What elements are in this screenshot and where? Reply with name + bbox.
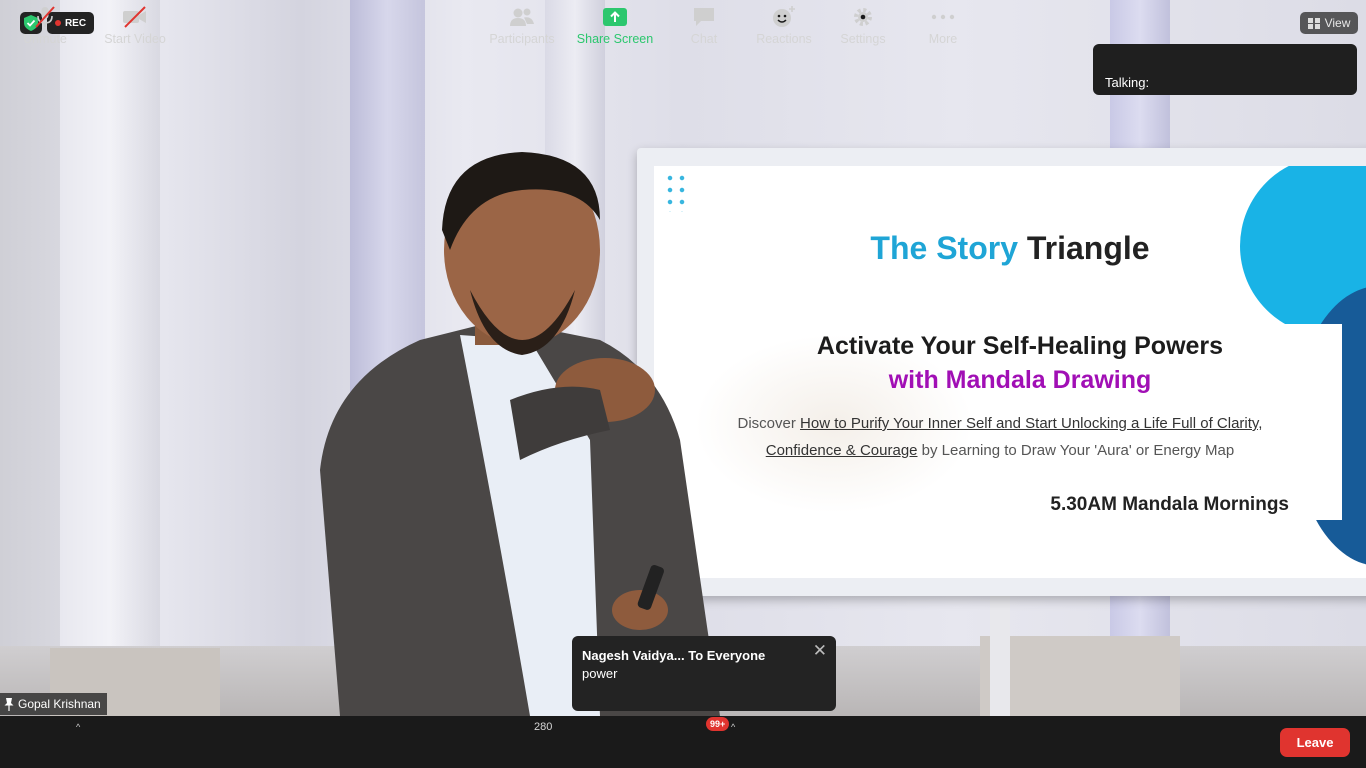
participants-button[interactable]: Participants (484, 0, 560, 52)
close-icon[interactable]: ✕ (813, 642, 827, 659)
video-off-icon (121, 5, 149, 29)
start-video-label: Start Video (104, 32, 166, 46)
participants-label: Participants (489, 32, 555, 46)
gear-icon (849, 5, 877, 29)
presentation-slide: The Story Triangle Activate Your Self-He… (654, 166, 1366, 578)
start-video-button[interactable]: Start Video (100, 0, 170, 52)
chat-button[interactable]: Chat (684, 0, 724, 52)
talking-indicator: Talking: (1093, 44, 1357, 95)
pin-icon (4, 697, 14, 711)
meeting-toolbar (0, 716, 1366, 768)
people-icon (508, 5, 536, 29)
video-feed: The Story Triangle Activate Your Self-He… (0, 0, 1366, 716)
ellipsis-icon (929, 5, 957, 29)
slide-title-rest: Triangle (1026, 230, 1150, 266)
slide-headline-1: Activate Your Self-Healing Powers (816, 332, 1224, 360)
chat-bubble-icon (690, 5, 718, 29)
slide-headline-2: with Mandala Drawing (888, 366, 1152, 394)
chat-label: Chat (690, 32, 718, 46)
unmute-label: Unmute (23, 32, 67, 46)
settings-button[interactable]: Settings (838, 0, 888, 52)
share-screen-icon (601, 5, 629, 29)
talking-label: Talking: (1105, 75, 1150, 90)
background-pillar (60, 0, 160, 716)
smiley-plus-icon (770, 5, 798, 29)
share-screen-label: Share Screen (576, 32, 654, 46)
microphone-muted-icon (31, 5, 59, 29)
audio-options-chevron-icon[interactable]: ^ (76, 722, 80, 732)
view-label: View (1324, 16, 1351, 30)
chat-options-chevron-icon[interactable]: ^ (731, 722, 735, 732)
leave-label: Leave (1296, 735, 1334, 750)
participants-count: 280 (534, 721, 553, 733)
desc-suffix: by Learning to Draw Your 'Aura' or Energ… (921, 442, 1235, 459)
stage-block (980, 636, 1180, 716)
slide-title-accent: The Story (870, 230, 1018, 266)
chat-unread-badge: 99+ (706, 717, 730, 731)
slide-title: The Story Triangle (654, 230, 1366, 267)
leave-button[interactable]: Leave (1280, 728, 1350, 757)
reactions-label: Reactions (756, 32, 812, 46)
slide-footer: 5.30AM Mandala Mornings (1050, 494, 1289, 515)
view-button[interactable]: View (1300, 12, 1358, 34)
speaker-name-tag: Gopal Krishnan (0, 693, 107, 715)
grid-view-icon (1307, 17, 1320, 29)
more-label: More (928, 32, 958, 46)
board-stand (990, 585, 1010, 716)
slide-description: Discover How to Purify Your Inner Self a… (700, 410, 1300, 464)
more-button[interactable]: More (922, 0, 964, 52)
desc-prefix: Discover (737, 415, 796, 432)
share-screen-button[interactable]: Share Screen (576, 0, 654, 52)
speaker-name: Gopal Krishnan (18, 697, 101, 711)
chat-notification[interactable]: Nagesh Vaidya... To Everyone power ✕ (572, 636, 836, 711)
chat-message: power (582, 666, 618, 681)
desc-link-2: Confidence & Courage (765, 442, 918, 459)
settings-label: Settings (840, 32, 886, 46)
desc-link-1: How to Purify Your Inner Self and Start … (800, 415, 1263, 432)
reactions-button[interactable]: Reactions (754, 0, 814, 52)
unmute-button[interactable]: Unmute (18, 0, 72, 52)
speaker-figure (320, 152, 720, 716)
chat-sender: Nagesh Vaidya... To Everyone (582, 648, 766, 663)
